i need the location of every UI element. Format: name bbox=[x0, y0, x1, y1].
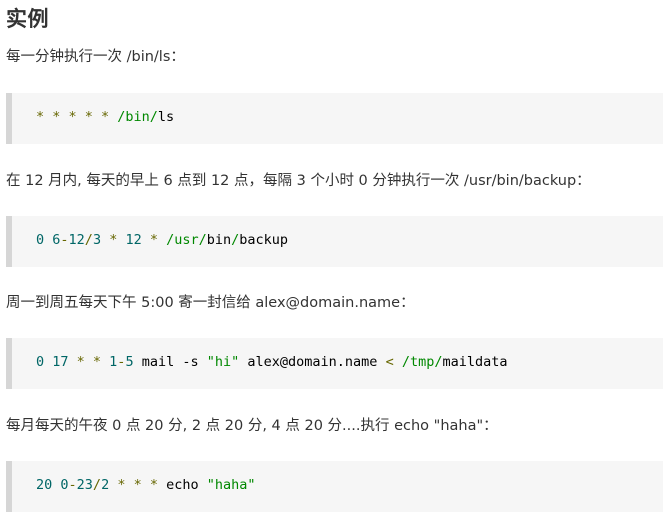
section-heading: 实例 bbox=[6, 7, 49, 31]
code-token: 20 0 bbox=[36, 477, 69, 493]
code-block[interactable]: 20 0-23/2 * * * echo "haha" bbox=[6, 461, 663, 512]
code-token: "hi" bbox=[206, 354, 240, 370]
code-token: 12 bbox=[68, 232, 85, 248]
code-token: "haha" bbox=[206, 477, 256, 493]
code-token: * * * * * bbox=[36, 109, 118, 125]
code-token: echo bbox=[166, 477, 207, 493]
code-line[interactable]: 20 0-23/2 * * * echo "haha" bbox=[36, 475, 256, 495]
code-token: / bbox=[92, 477, 102, 493]
code-token: * bbox=[141, 232, 167, 248]
code-line[interactable]: 0 6-12/3 * 12 * /usr/bin/backup bbox=[36, 230, 288, 250]
code-token: ls bbox=[157, 109, 175, 125]
code-token: /bin/ bbox=[117, 109, 158, 125]
code-token: * * * bbox=[109, 477, 167, 493]
code-line[interactable]: * * * * * /bin/ls bbox=[36, 107, 174, 127]
code-token: - bbox=[60, 232, 69, 248]
code-token: * bbox=[101, 232, 126, 248]
code-token: 5 bbox=[125, 354, 134, 370]
example-description: 周一到周五每天下午 5:00 寄一封信给 alex@domain.name： bbox=[6, 295, 415, 311]
code-token: mail -s bbox=[133, 354, 207, 370]
example-description: 每月每天的午夜 0 点 20 分, 2 点 20 分, 4 点 20 分....… bbox=[6, 418, 498, 434]
code-block[interactable]: * * * * * /bin/ls bbox=[6, 93, 663, 144]
code-token: 3 bbox=[92, 232, 102, 248]
code-block[interactable]: 0 6-12/3 * 12 * /usr/bin/backup bbox=[6, 216, 663, 267]
code-token: /usr/ bbox=[166, 232, 207, 248]
code-token: 2 bbox=[101, 477, 110, 493]
example-description: 每一分钟执行一次 /bin/ls： bbox=[6, 49, 185, 65]
code-token: 0 17 bbox=[36, 354, 69, 370]
code-token: 12 bbox=[125, 232, 142, 248]
code-token: 23 bbox=[76, 477, 93, 493]
code-token: / bbox=[84, 232, 93, 248]
code-token: 0 6 bbox=[36, 232, 61, 248]
code-token: alex@domain.name bbox=[239, 354, 386, 370]
code-token: * * bbox=[68, 354, 110, 370]
code-token: maildata bbox=[442, 354, 508, 370]
code-token: backup bbox=[239, 232, 289, 248]
code-line[interactable]: 0 17 * * 1-5 mail -s "hi" alex@domain.na… bbox=[36, 352, 508, 372]
code-token: bin bbox=[206, 232, 232, 248]
code-token: /tmp/ bbox=[393, 354, 443, 370]
code-token: - bbox=[68, 477, 77, 493]
example-description: 在 12 月内, 每天的早上 6 点到 12 点，每隔 3 个小时 0 分钟执行… bbox=[6, 173, 591, 189]
code-block[interactable]: 0 17 * * 1-5 mail -s "hi" alex@domain.na… bbox=[6, 338, 663, 389]
code-token: < bbox=[385, 354, 394, 370]
article-content: 实例 每一分钟执行一次 /bin/ls： * * * * * /bin/ls 在… bbox=[0, 0, 663, 517]
